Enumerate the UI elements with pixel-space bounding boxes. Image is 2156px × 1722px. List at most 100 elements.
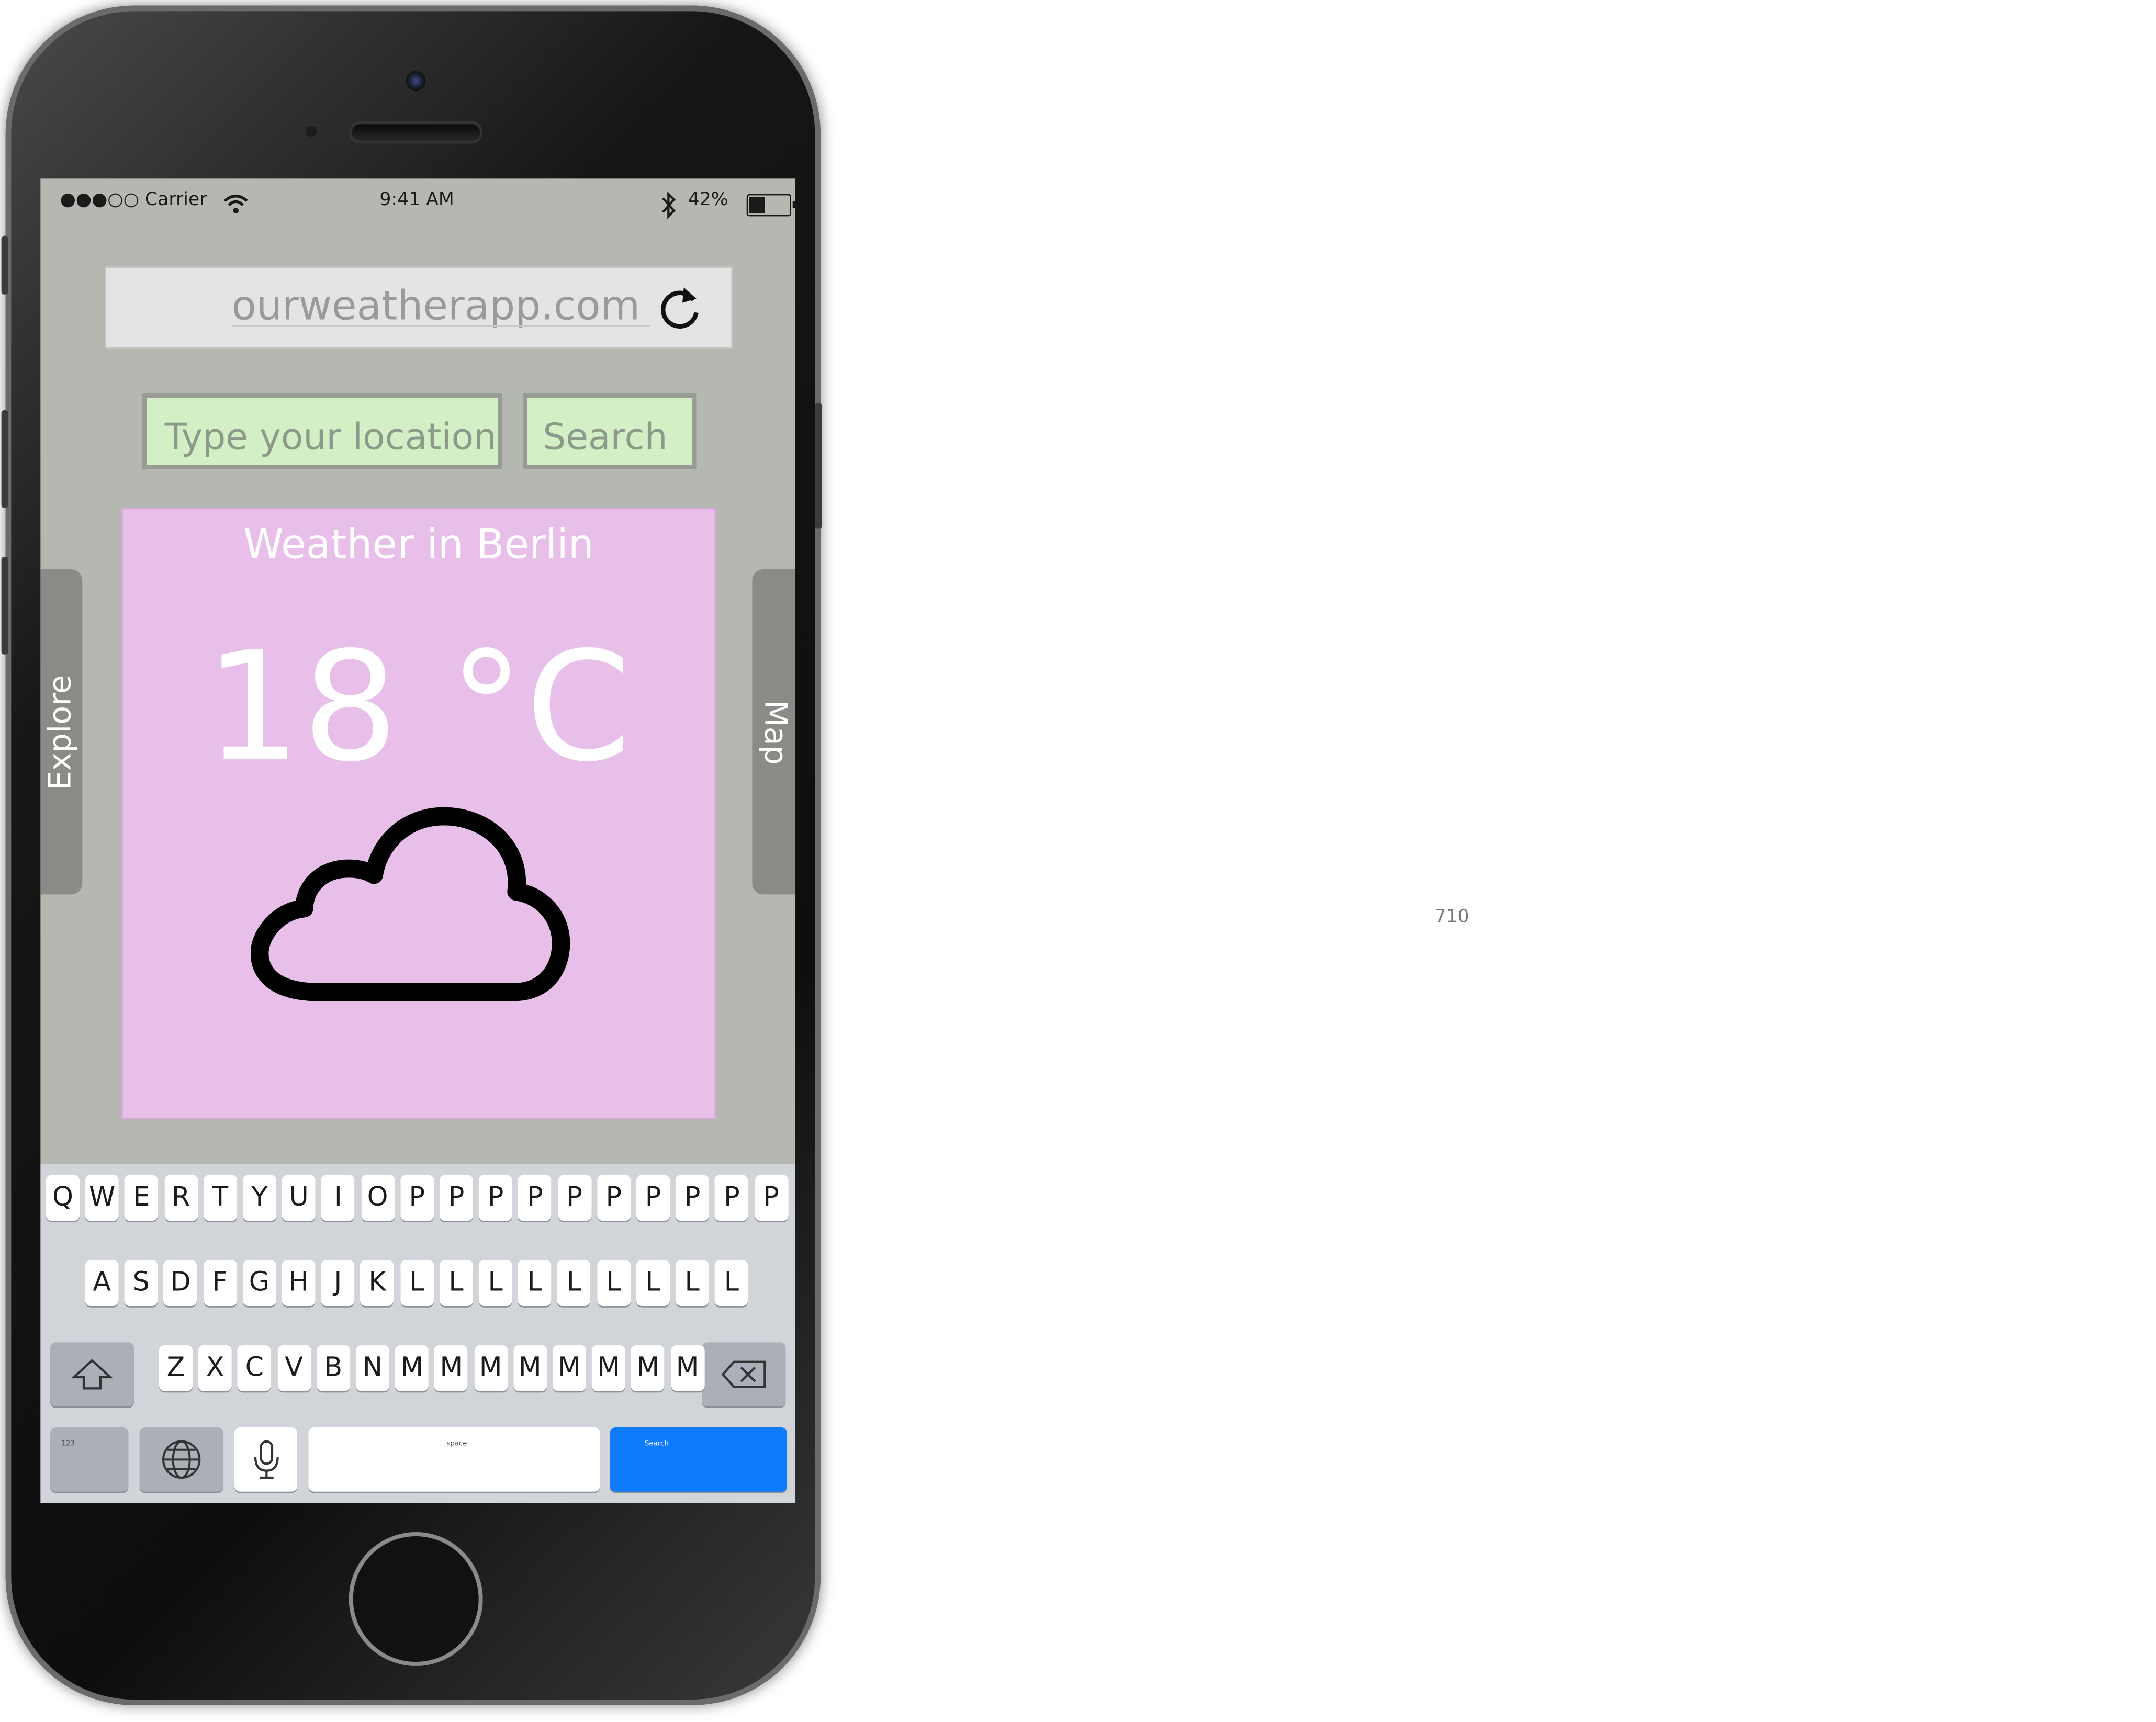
key-m[interactable]: M — [592, 1345, 626, 1391]
earpiece-speaker — [352, 124, 480, 141]
shift-icon — [71, 1359, 114, 1390]
key-p[interactable]: P — [754, 1175, 788, 1221]
dictation-key[interactable] — [234, 1427, 298, 1492]
key-q[interactable]: Q — [46, 1175, 80, 1221]
carrier-label: ●●●○○ Carrier — [60, 189, 207, 211]
page-number: 710 — [1434, 907, 1469, 928]
phone-frame: ●●●○○ Carrier 9:41 AM 42% ourweatherapp.… — [1, 5, 822, 1705]
key-l[interactable]: L — [675, 1260, 709, 1307]
key-p[interactable]: P — [518, 1175, 552, 1221]
location-input[interactable]: Type your location — [142, 393, 503, 469]
url-underline — [231, 325, 650, 327]
key-u[interactable]: U — [282, 1175, 316, 1221]
key-p[interactable]: P — [636, 1175, 670, 1221]
microphone-icon — [253, 1440, 278, 1479]
key-i[interactable]: I — [321, 1175, 355, 1221]
key-y[interactable]: Y — [243, 1175, 277, 1221]
url-text: ourweatherapp.com — [231, 282, 641, 330]
clock: 9:41 AM — [379, 189, 454, 211]
proximity-sensor — [306, 126, 317, 137]
return-key-label: Search — [645, 1440, 669, 1449]
shift-key[interactable] — [50, 1342, 134, 1407]
key-j[interactable]: J — [321, 1260, 355, 1307]
key-d[interactable]: D — [164, 1260, 198, 1307]
key-l[interactable]: L — [518, 1260, 552, 1307]
key-p[interactable]: P — [715, 1175, 749, 1221]
key-a[interactable]: A — [85, 1260, 119, 1307]
search-button-label: Search — [543, 417, 668, 459]
battery-percent: 42% — [688, 189, 728, 211]
location-placeholder: Type your location — [164, 417, 497, 459]
space-key[interactable]: space — [308, 1427, 600, 1492]
battery-tip — [792, 201, 796, 208]
key-z[interactable]: Z — [159, 1345, 193, 1391]
volume-down-button — [1, 557, 9, 655]
key-l[interactable]: L — [478, 1260, 512, 1307]
key-p[interactable]: P — [557, 1175, 591, 1221]
key-l[interactable]: L — [636, 1260, 670, 1307]
mute-switch — [1, 235, 9, 295]
status-bar: ●●●○○ Carrier 9:41 AM 42% — [40, 178, 796, 229]
weather-card: Weather in Berlin 18 °C — [121, 508, 716, 1119]
search-button[interactable]: Search — [523, 393, 697, 469]
explore-tab[interactable]: Explore — [40, 569, 83, 895]
key-f[interactable]: F — [203, 1260, 237, 1307]
globe-icon — [162, 1440, 201, 1479]
key-b[interactable]: B — [316, 1345, 350, 1391]
key-s[interactable]: S — [124, 1260, 158, 1307]
cloud-icon — [251, 807, 570, 1001]
power-button — [815, 403, 822, 529]
key-m[interactable]: M — [474, 1345, 508, 1391]
screen: ●●●○○ Carrier 9:41 AM 42% ourweatherapp.… — [40, 178, 796, 1503]
key-o[interactable]: O — [361, 1175, 395, 1221]
key-v[interactable]: V — [277, 1345, 311, 1391]
key-l[interactable]: L — [714, 1260, 748, 1307]
reload-icon[interactable] — [656, 282, 703, 332]
backspace-icon — [721, 1360, 766, 1388]
delete-key[interactable] — [702, 1342, 786, 1407]
key-h[interactable]: H — [282, 1260, 316, 1307]
key-p[interactable]: P — [400, 1175, 434, 1221]
numbers-key[interactable]: 123 — [50, 1427, 129, 1492]
key-p[interactable]: P — [597, 1175, 631, 1221]
weather-title: Weather in Berlin — [243, 520, 594, 568]
key-m[interactable]: M — [434, 1345, 468, 1391]
key-l[interactable]: L — [400, 1260, 434, 1307]
key-e[interactable]: E — [125, 1175, 159, 1221]
key-t[interactable]: T — [203, 1175, 237, 1221]
key-m[interactable]: M — [553, 1345, 587, 1391]
map-tab-label: Map — [756, 699, 792, 764]
volume-up-button — [1, 410, 9, 508]
map-tab[interactable]: Map — [752, 569, 796, 895]
key-m[interactable]: M — [395, 1345, 429, 1391]
key-k[interactable]: K — [361, 1260, 395, 1307]
scene: ●●●○○ Carrier 9:41 AM 42% ourweatherapp.… — [0, 0, 2156, 1722]
key-l[interactable]: L — [439, 1260, 473, 1307]
globe-key[interactable] — [139, 1427, 223, 1492]
key-m[interactable]: M — [631, 1345, 665, 1391]
battery-fill — [749, 197, 765, 214]
key-m[interactable]: M — [670, 1345, 704, 1391]
wifi-icon — [223, 195, 248, 214]
battery-icon — [746, 194, 796, 217]
key-r[interactable]: R — [164, 1175, 198, 1221]
key-p[interactable]: P — [676, 1175, 710, 1221]
bluetooth-icon — [662, 191, 676, 219]
key-x[interactable]: X — [198, 1345, 232, 1391]
temperature: 18 °C — [205, 621, 633, 796]
return-key[interactable]: Search — [610, 1427, 788, 1492]
address-bar[interactable]: ourweatherapp.com — [105, 266, 733, 349]
key-n[interactable]: N — [356, 1345, 390, 1391]
key-m[interactable]: M — [513, 1345, 547, 1391]
front-camera — [406, 71, 426, 91]
key-l[interactable]: L — [597, 1260, 631, 1307]
key-p[interactable]: P — [479, 1175, 513, 1221]
key-l[interactable]: L — [557, 1260, 591, 1307]
keyboard: 123 space Search Q W E R T Y U I O P P P… — [40, 1164, 796, 1503]
space-key-label: space — [446, 1440, 467, 1449]
key-g[interactable]: G — [242, 1260, 276, 1307]
key-p[interactable]: P — [440, 1175, 474, 1221]
key-c[interactable]: C — [238, 1345, 272, 1391]
key-w[interactable]: W — [85, 1175, 119, 1221]
home-button[interactable] — [349, 1532, 483, 1667]
